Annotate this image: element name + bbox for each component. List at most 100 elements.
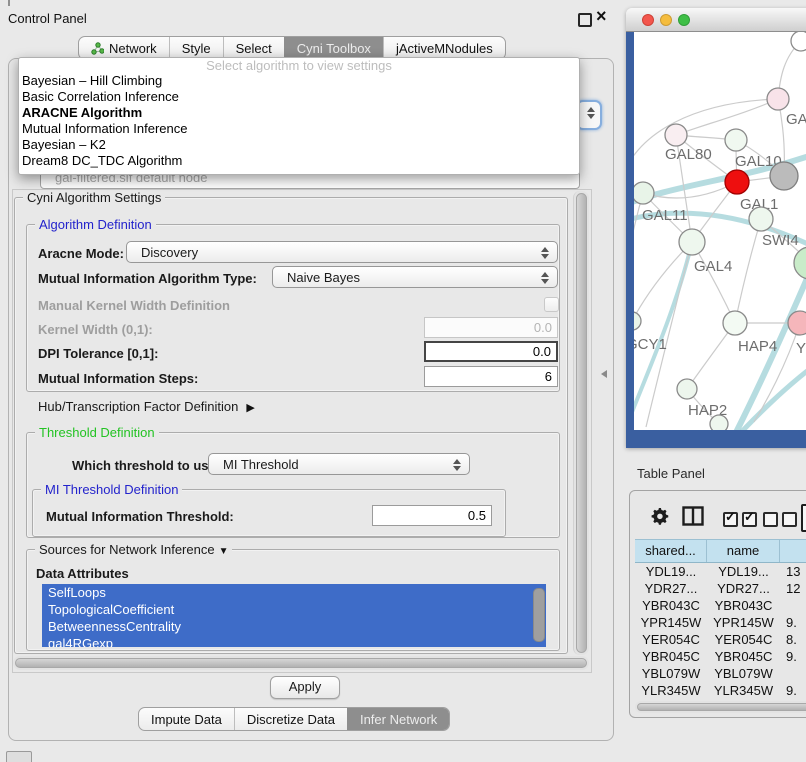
mi-algorithm-type-select[interactable]: Naive Bayes: [272, 266, 558, 288]
tab-style[interactable]: Style: [169, 37, 223, 59]
tab-infer-network[interactable]: Infer Network: [347, 708, 449, 730]
network-node-label: SWI4: [762, 232, 799, 249]
gear-icon[interactable]: [649, 505, 671, 527]
column-view-icon[interactable]: [682, 506, 704, 526]
data-attributes-label: Data Attributes: [36, 566, 129, 581]
network-node[interactable]: [770, 162, 798, 190]
table-cell: YER054C: [635, 631, 707, 648]
algorithm-option-dream8-dc-tdc-algorithm[interactable]: Dream8 DC_TDC Algorithm: [19, 153, 579, 169]
manual-kernel-width-checkbox[interactable]: [544, 297, 559, 312]
aracne-mode-select[interactable]: Discovery: [126, 241, 558, 263]
mi-threshold-field[interactable]: [372, 505, 492, 526]
tab-select[interactable]: Select: [223, 37, 284, 59]
network-window-titlebar[interactable]: [626, 8, 806, 32]
table-cell: 9.: [780, 614, 806, 631]
close-traffic-light-icon[interactable]: [642, 14, 654, 26]
attribute-list-scrollbar[interactable]: [533, 588, 545, 642]
settings-vertical-scrollbar[interactable]: [573, 191, 589, 655]
which-threshold-select[interactable]: MI Threshold: [208, 453, 470, 475]
minimize-traffic-light-icon[interactable]: [660, 14, 672, 26]
attribute-item-topologicalcoefficient[interactable]: TopologicalCoefficient: [42, 601, 546, 618]
table-cell: 9.: [780, 682, 806, 699]
algorithm-option-bayesian-hill-climbing[interactable]: Bayesian – Hill Climbing: [19, 73, 579, 89]
sources-legend[interactable]: Sources for Network Inference▼: [35, 542, 232, 557]
float-window-icon[interactable]: [578, 13, 592, 27]
network-canvas[interactable]: GALGAL80GAL10GAL1GAL11SWI4GAL4GCY1HAP4YH…: [634, 32, 806, 430]
network-node-gal[interactable]: [767, 88, 789, 110]
network-node[interactable]: [791, 32, 806, 51]
apply-button[interactable]: Apply: [270, 676, 340, 699]
network-node-gal10[interactable]: [725, 129, 747, 151]
tab-network[interactable]: Network: [79, 37, 169, 59]
select-all-icon[interactable]: [723, 512, 757, 530]
table-row[interactable]: YER054CYER054C8.: [635, 631, 806, 648]
tab-label: Impute Data: [151, 712, 222, 727]
deselect-all-icon[interactable]: [763, 512, 797, 530]
data-attributes-list[interactable]: SelfLoopsTopologicalCoefficientBetweenne…: [42, 584, 546, 647]
mi-algorithm-type-value: Naive Bayes: [287, 270, 360, 285]
network-node-y[interactable]: [788, 311, 806, 335]
table-cell: YLR345W: [707, 682, 780, 699]
stepper-arrows-icon: [541, 245, 549, 261]
column-header-shared[interactable]: shared...: [635, 540, 707, 562]
dpi-tolerance-field[interactable]: [424, 341, 558, 362]
network-window-frame: GALGAL80GAL10GAL1GAL11SWI4GAL4GCY1HAP4YH…: [626, 32, 806, 448]
table-horizontal-scrollbar[interactable]: [635, 701, 806, 713]
table-cell: 9.: [780, 648, 806, 665]
network-node-label: HAP4: [738, 338, 777, 355]
tab-label: jActiveMNodules: [396, 41, 493, 56]
network-node[interactable]: [710, 415, 728, 430]
network-node-swi4[interactable]: [749, 207, 773, 231]
partial-bottom-button[interactable]: [6, 751, 32, 762]
table-row[interactable]: YBR043CYBR043C: [635, 597, 806, 614]
algorithm-option-basic-correlation-inference[interactable]: Basic Correlation Inference: [19, 89, 579, 105]
tab-impute-data[interactable]: Impute Data: [139, 708, 234, 730]
table-row[interactable]: YBL079WYBL079W: [635, 665, 806, 682]
table-cell: YBR043C: [707, 597, 780, 614]
tab-label: Style: [182, 41, 211, 56]
column-header-a[interactable]: A: [780, 540, 806, 562]
table-row[interactable]: YBR045CYBR045C9.: [635, 648, 806, 665]
network-node-gal80[interactable]: [665, 124, 687, 146]
attribute-item-selfloops[interactable]: SelfLoops: [42, 584, 546, 601]
tab-discretize-data[interactable]: Discretize Data: [234, 708, 347, 730]
document-icon[interactable]: [801, 504, 806, 532]
mi-threshold-label: Mutual Information Threshold:: [46, 509, 234, 524]
split-divider-arrow-icon[interactable]: [601, 370, 607, 378]
column-header-name[interactable]: name: [707, 540, 780, 562]
attribute-item-gal4rgexp[interactable]: gal4RGexp: [42, 635, 546, 647]
stepper-arrows-icon: [453, 457, 461, 473]
table-row[interactable]: YPR145WYPR145W9.: [635, 614, 806, 631]
network-node-gcy1[interactable]: [634, 312, 641, 330]
tab-cyni-toolbox[interactable]: Cyni Toolbox: [284, 37, 383, 59]
hub-definition-expander[interactable]: Hub/Transcription Factor Definition▶: [38, 399, 255, 414]
kernel-width-field[interactable]: [424, 317, 558, 338]
table-row[interactable]: YLR345WYLR345W9.: [635, 682, 806, 699]
table-row[interactable]: YDR27...YDR27...12: [635, 580, 806, 597]
network-node[interactable]: [794, 247, 806, 279]
network-node-label: Y: [796, 340, 806, 357]
cyni-bottom-tabbar: Impute Data Discretize DataInfer Network: [138, 707, 450, 731]
close-panel-icon[interactable]: ×: [596, 6, 607, 26]
algorithm-option-bayesian-k2[interactable]: Bayesian – K2: [19, 137, 579, 153]
network-node-gal11[interactable]: [634, 182, 654, 204]
network-node-hap4[interactable]: [723, 311, 747, 335]
network-node-gal1[interactable]: [725, 170, 749, 194]
zoom-traffic-light-icon[interactable]: [678, 14, 690, 26]
dpi-tolerance-label: DPI Tolerance [0,1]:: [38, 346, 158, 361]
table-cell: [780, 665, 806, 682]
table-row[interactable]: YDL19...YDL19...13: [635, 563, 806, 580]
screen: Control Panel × NetworkStyleSelectCyni T…: [0, 0, 806, 762]
which-threshold-value: MI Threshold: [223, 457, 299, 472]
attribute-item-betweennesscentrality[interactable]: BetweennessCentrality: [42, 618, 546, 635]
expanded-arrow-icon: ▼: [219, 546, 229, 557]
settings-horizontal-scrollbar[interactable]: [13, 656, 589, 670]
network-node-gal4[interactable]: [679, 229, 705, 255]
table-cell: YBR045C: [707, 648, 780, 665]
mi-steps-field[interactable]: [424, 366, 558, 387]
tab-jactivemnodules[interactable]: jActiveMNodules: [383, 37, 505, 59]
algorithm-option-aracne-algorithm[interactable]: ARACNE Algorithm: [19, 105, 579, 121]
network-node-hap2[interactable]: [677, 379, 697, 399]
algorithm-option-mutual-information-inference[interactable]: Mutual Information Inference: [19, 121, 579, 137]
table-cell: YDR27...: [707, 580, 780, 597]
